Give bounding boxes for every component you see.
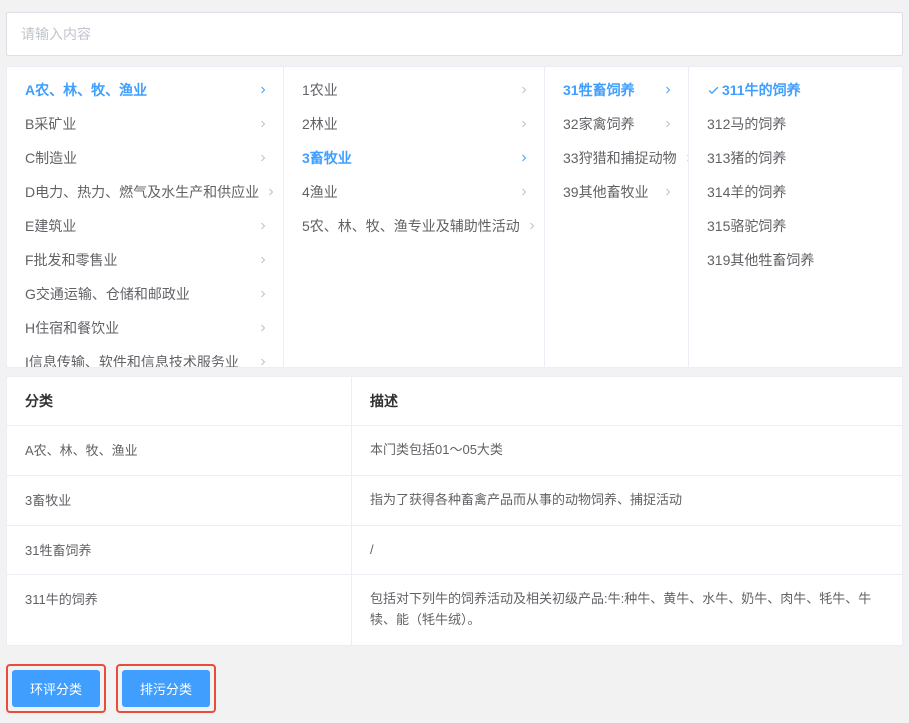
highlight-env-eval: 环评分类 (6, 664, 106, 713)
chevron-right-icon (257, 254, 269, 266)
cascade-column-0: A农、林、牧、渔业 B采矿业 C制造业 D电力、热力、燃气及水生产和供应业 E建筑业 F批… (7, 67, 284, 367)
cascade-panel: A农、林、牧、渔业 B采矿业 C制造业 D电力、热力、燃气及水生产和供应业 E建筑业 F批… (6, 66, 903, 368)
desc-text: 本门类包括01～05大类 (352, 426, 902, 475)
search-box[interactable] (6, 12, 903, 56)
cascade-item-label: 314羊的饲养 (707, 183, 786, 201)
chevron-right-icon (257, 322, 269, 334)
cascade-item-label: A农、林、牧、渔业 (25, 81, 147, 99)
pollution-button[interactable]: 排污分类 (122, 670, 210, 707)
chevron-right-icon (662, 186, 674, 198)
cascade-item[interactable]: G交通运输、仓储和邮政业 (7, 277, 283, 311)
chevron-right-icon (518, 186, 530, 198)
chevron-right-icon (257, 356, 269, 367)
cascade-column-3: 311牛的饲养 312马的饲养 313猪的饲养 314羊的饲养 315骆驼饲养 319其他… (689, 67, 902, 367)
cascade-item[interactable]: 313猪的饲养 (689, 141, 902, 175)
cascade-item-label: 31牲畜饲养 (563, 81, 635, 99)
desc-text: 指为了获得各种畜禽产品而从事的动物饲养、捕捉活动 (352, 476, 902, 525)
cascade-item-label: 39其他畜牧业 (563, 183, 649, 201)
chevron-right-icon (662, 118, 674, 130)
chevron-right-icon (518, 152, 530, 164)
env-eval-button[interactable]: 环评分类 (12, 670, 100, 707)
cascade-column-1: 1农业 2林业 3畜牧业 4渔业 5农、林、牧、渔专业及辅助性活动 (284, 67, 545, 367)
chevron-right-icon (662, 84, 674, 96)
cascade-item-label: C制造业 (25, 149, 77, 167)
chevron-right-icon (257, 118, 269, 130)
chevron-right-icon (518, 84, 530, 96)
desc-row: 31牲畜饲养/ (7, 526, 902, 576)
desc-text: / (352, 526, 902, 575)
cascade-item-label: 33狩猎和捕捉动物 (563, 149, 677, 167)
cascade-item[interactable]: 3畜牧业 (284, 141, 544, 175)
cascade-item[interactable]: A农、林、牧、渔业 (7, 73, 283, 107)
cascade-item[interactable]: 4渔业 (284, 175, 544, 209)
desc-row: 311牛的饲养包括对下列牛的饲养活动及相关初级产品:牛:种牛、黄牛、水牛、奶牛、… (7, 575, 902, 645)
desc-category: 3畜牧业 (7, 476, 352, 525)
highlight-pollution: 排污分类 (116, 664, 216, 713)
cascade-item-label: D电力、热力、燃气及水生产和供应业 (25, 183, 259, 201)
cascade-item[interactable]: H住宿和餐饮业 (7, 311, 283, 345)
cascade-item[interactable]: E建筑业 (7, 209, 283, 243)
cascade-item[interactable]: 33狩猎和捕捉动物 (545, 141, 688, 175)
cascade-item[interactable]: 312马的饲养 (689, 107, 902, 141)
desc-category: 31牲畜饲养 (7, 526, 352, 575)
chevron-right-icon (526, 220, 538, 232)
cascade-item-label: 5农、林、牧、渔专业及辅助性活动 (302, 217, 520, 235)
cascade-column-2: 31牲畜饲养 32家禽饲养 33狩猎和捕捉动物 39其他畜牧业 (545, 67, 689, 367)
cascade-item[interactable]: I信息传输、软件和信息技术服务业 (7, 345, 283, 367)
cascade-item-label: E建筑业 (25, 217, 76, 235)
desc-header-description: 描述 (352, 377, 902, 425)
chevron-right-icon (518, 118, 530, 130)
cascade-item-label: 315骆驼饲养 (707, 217, 786, 235)
chevron-right-icon (257, 152, 269, 164)
cascade-item[interactable]: D电力、热力、燃气及水生产和供应业 (7, 175, 283, 209)
cascade-item-label: F批发和零售业 (25, 251, 118, 269)
desc-category: 311牛的饲养 (7, 575, 352, 645)
cascade-item[interactable]: 319其他牲畜饲养 (689, 243, 902, 277)
cascade-item-label: 319其他牲畜饲养 (707, 251, 814, 269)
cascade-item-label: I信息传输、软件和信息技术服务业 (25, 353, 239, 367)
button-row: 环评分类 排污分类 (0, 646, 909, 723)
cascade-item[interactable]: 32家禽饲养 (545, 107, 688, 141)
check-icon (707, 84, 720, 97)
cascade-item-label: 4渔业 (302, 183, 338, 201)
desc-text: 包括对下列牛的饲养活动及相关初级产品:牛:种牛、黄牛、水牛、奶牛、肉牛、牦牛、牛… (352, 575, 902, 645)
desc-row: 3畜牧业指为了获得各种畜禽产品而从事的动物饲养、捕捉活动 (7, 476, 902, 526)
cascade-item-label: 3畜牧业 (302, 149, 352, 167)
cascade-item-label: 311牛的饲养 (722, 81, 801, 99)
cascade-item[interactable]: 311牛的饲养 (689, 73, 902, 107)
chevron-right-icon (257, 220, 269, 232)
cascade-item[interactable]: 2林业 (284, 107, 544, 141)
cascade-item[interactable]: B采矿业 (7, 107, 283, 141)
cascade-item-label: 312马的饲养 (707, 115, 786, 133)
cascade-item[interactable]: 5农、林、牧、渔专业及辅助性活动 (284, 209, 544, 243)
desc-header-category: 分类 (7, 377, 352, 425)
cascade-item[interactable]: 315骆驼饲养 (689, 209, 902, 243)
cascade-item-label: 2林业 (302, 115, 338, 133)
cascade-item-label: 32家禽饲养 (563, 115, 635, 133)
cascade-item-label: B采矿业 (25, 115, 76, 133)
desc-category: A农、林、牧、渔业 (7, 426, 352, 475)
cascade-item[interactable]: C制造业 (7, 141, 283, 175)
cascade-item-label: 1农业 (302, 81, 338, 99)
cascade-item-label: G交通运输、仓储和邮政业 (25, 285, 190, 303)
cascade-item-label: 313猪的饲养 (707, 149, 786, 167)
cascade-item[interactable]: F批发和零售业 (7, 243, 283, 277)
cascade-item[interactable]: 39其他畜牧业 (545, 175, 688, 209)
chevron-right-icon (265, 186, 277, 198)
cascade-item-label: H住宿和餐饮业 (25, 319, 119, 337)
chevron-right-icon (257, 84, 269, 96)
chevron-right-icon (257, 288, 269, 300)
description-panel: 分类 描述 A农、林、牧、渔业本门类包括01～05大类3畜牧业指为了获得各种畜禽… (6, 376, 903, 646)
desc-row: A农、林、牧、渔业本门类包括01～05大类 (7, 426, 902, 476)
search-input[interactable] (21, 26, 888, 42)
cascade-item[interactable]: 1农业 (284, 73, 544, 107)
cascade-item[interactable]: 31牲畜饲养 (545, 73, 688, 107)
cascade-item[interactable]: 314羊的饲养 (689, 175, 902, 209)
